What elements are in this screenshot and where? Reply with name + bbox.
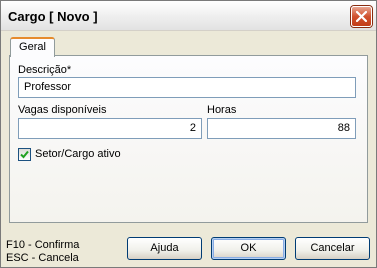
setor-ativo-label[interactable]: Setor/Cargo ativo bbox=[35, 148, 121, 160]
vagas-label: Vagas disponíveis bbox=[18, 104, 107, 116]
hint-confirm: F10 - Confirma bbox=[6, 239, 80, 251]
horas-label: Horas bbox=[207, 104, 237, 116]
cancel-button[interactable]: Cancelar bbox=[295, 237, 370, 260]
help-button[interactable]: Ajuda bbox=[127, 237, 202, 260]
title-bar[interactable]: Cargo [ Novo ] bbox=[1, 1, 376, 31]
ok-button[interactable]: OK bbox=[211, 237, 286, 260]
setor-ativo-checkbox[interactable] bbox=[18, 148, 31, 161]
horas-input[interactable]: 88 bbox=[207, 118, 356, 139]
vagas-input[interactable]: 2 bbox=[18, 118, 202, 139]
tab-geral-label: Geral bbox=[19, 41, 46, 53]
window-title: Cargo [ Novo ] bbox=[8, 9, 98, 24]
dialog-window: Cargo [ Novo ] Geral Descrição* Professo… bbox=[0, 0, 377, 268]
close-button[interactable] bbox=[351, 6, 372, 27]
hint-cancel: ESC - Cancela bbox=[6, 252, 79, 264]
tab-geral[interactable]: Geral bbox=[10, 37, 55, 57]
checkmark-icon bbox=[20, 150, 29, 159]
close-icon bbox=[356, 11, 367, 22]
descricao-input[interactable]: Professor bbox=[18, 77, 356, 98]
descricao-label: Descrição* bbox=[18, 64, 72, 76]
